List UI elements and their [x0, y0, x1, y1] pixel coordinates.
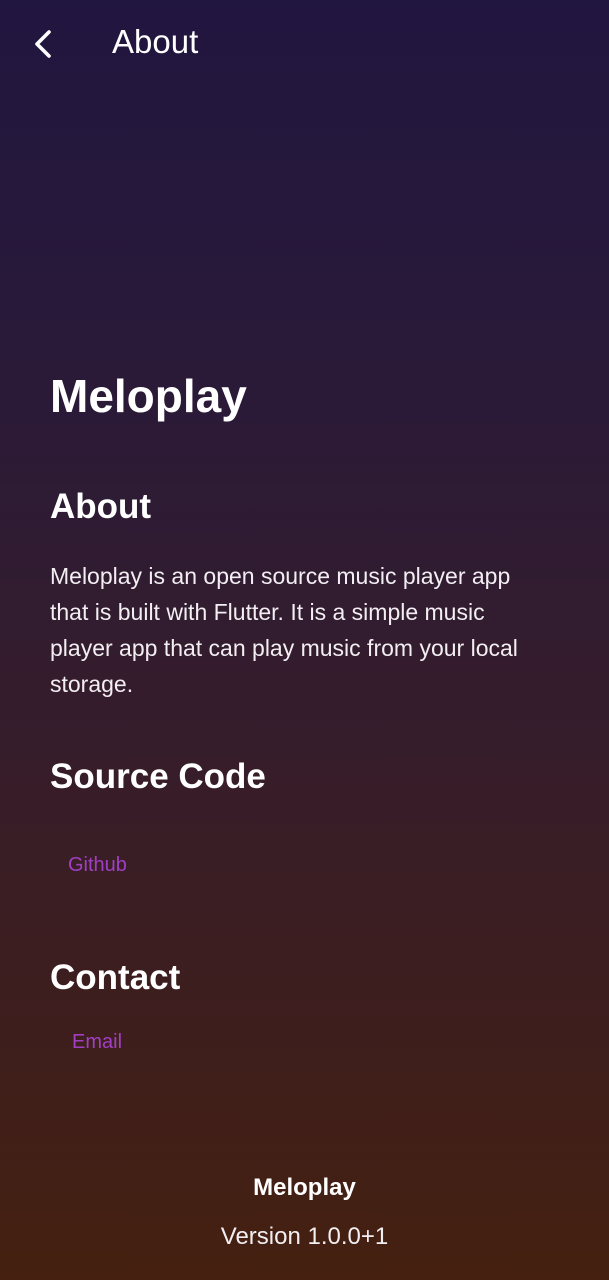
footer-app-name: Meloplay [253, 1174, 356, 1201]
app-bar: About [0, 0, 609, 86]
about-description: Meloplay is an open source music player … [50, 563, 518, 697]
footer-version: Version 1.0.0+1 [220, 1223, 389, 1250]
source-code-heading: Source Code [50, 757, 266, 796]
sound-wave-icon [212, 150, 396, 272]
app-name-title: Meloplay [50, 370, 247, 422]
chevron-left-icon [35, 30, 51, 58]
app-logo [204, 146, 404, 276]
back-button[interactable] [22, 22, 66, 66]
email-link-button[interactable]: Email [54, 1021, 140, 1063]
about-heading: About [50, 487, 152, 526]
github-link-button[interactable]: Github [50, 844, 145, 886]
app-bar-title: About [112, 23, 199, 60]
contact-heading: Contact [50, 958, 181, 997]
about-screen: About Meloplay About Meloplay is an open… [0, 0, 609, 1280]
